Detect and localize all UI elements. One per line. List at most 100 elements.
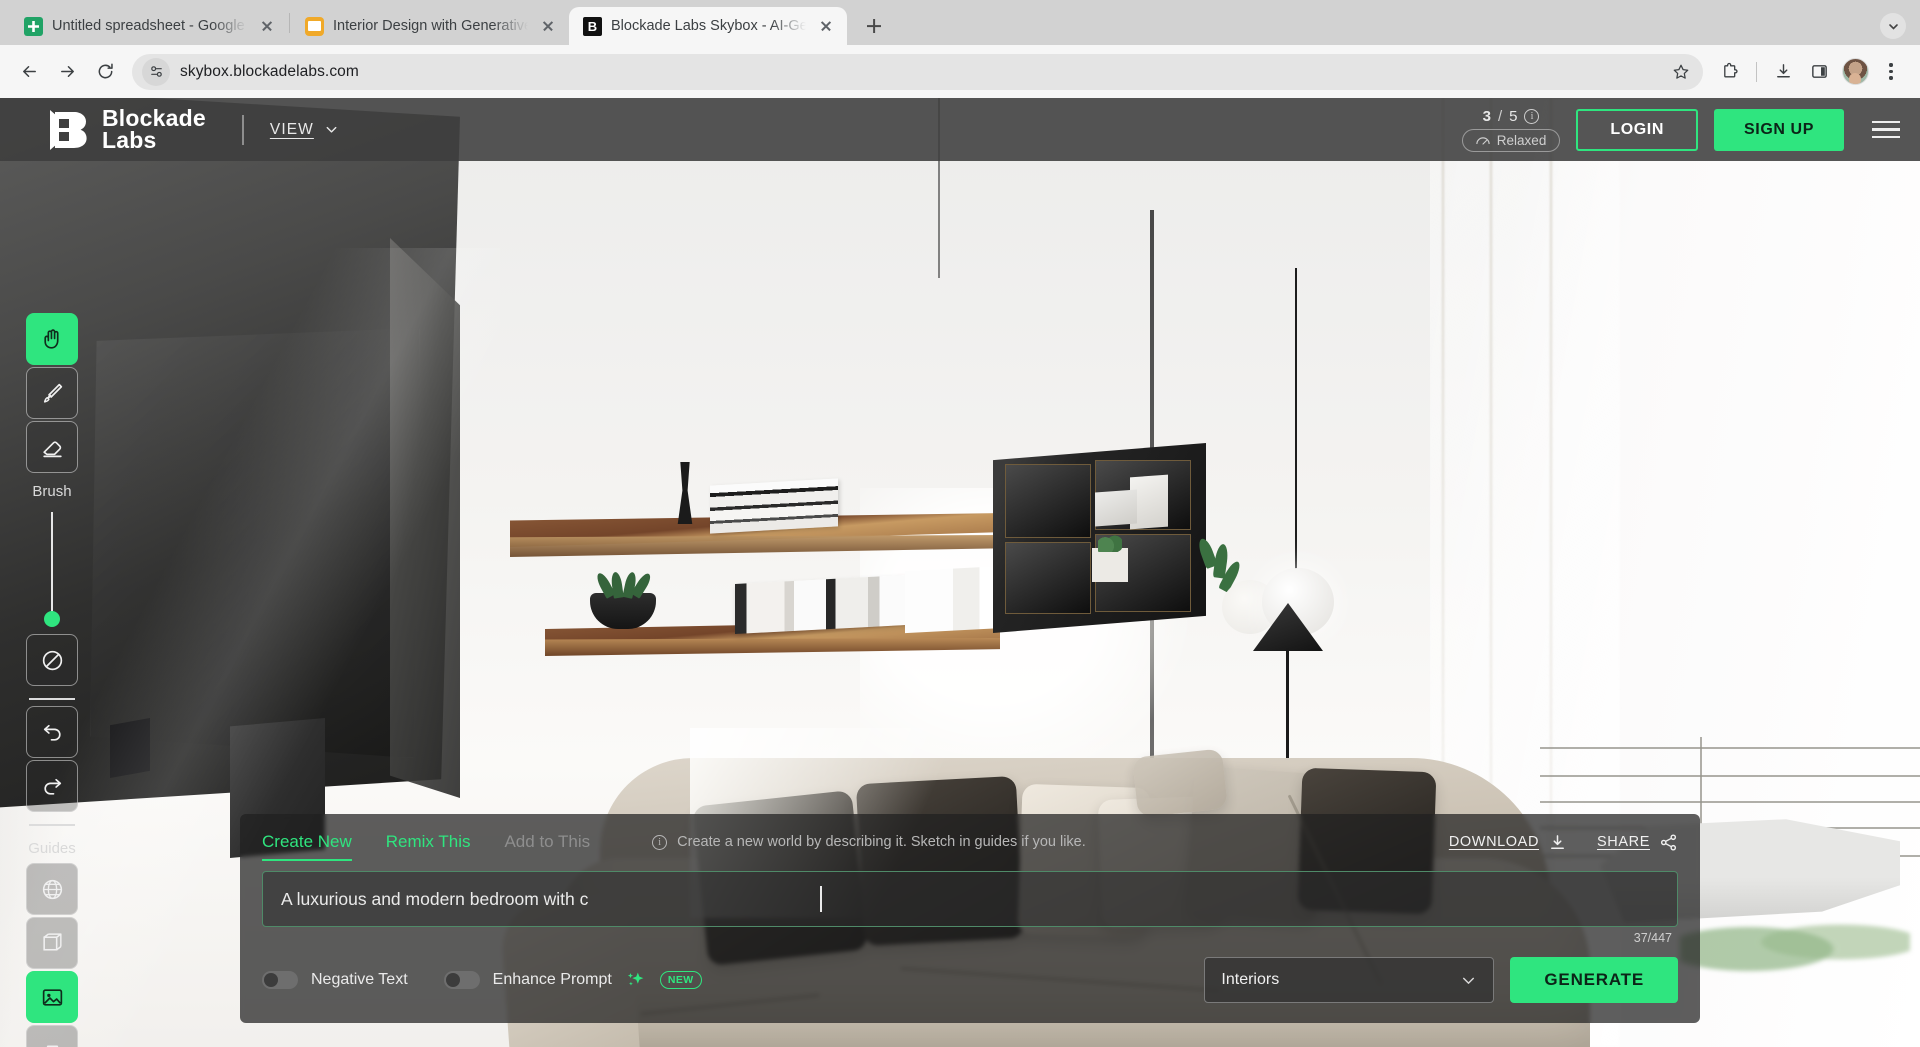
generate-button[interactable]: GENERATE [1510, 957, 1678, 1003]
browser-tab-1[interactable]: Untitled spreadsheet - Google Sheets [10, 7, 288, 45]
pendant-cord [1295, 268, 1297, 578]
negative-text-option: Negative Text [262, 971, 408, 989]
side-panel-icon[interactable] [1802, 55, 1836, 89]
url-input[interactable]: skybox.blockadelabs.com [132, 54, 1703, 90]
sparkle-icon [625, 969, 647, 991]
style-select[interactable]: Interiors [1204, 957, 1494, 1003]
tab-remix-this[interactable]: Remix This [386, 832, 483, 861]
image-guide[interactable] [26, 971, 78, 1023]
share-button[interactable]: SHARE [1597, 833, 1678, 852]
tab-divider [289, 13, 290, 33]
info-icon[interactable]: i [1524, 109, 1539, 124]
hand-icon [40, 327, 65, 352]
header-divider [242, 115, 244, 145]
brush-size-label: Brush [32, 483, 71, 500]
no-entry-icon [40, 648, 65, 673]
window-controls [1880, 13, 1920, 45]
rail-divider-1 [29, 698, 75, 700]
slider-knob[interactable] [44, 611, 60, 627]
redo-tool[interactable] [26, 760, 78, 812]
chrome-menu-icon[interactable] [1874, 55, 1908, 89]
panel-actions: DOWNLOAD SHARE [1449, 833, 1678, 861]
address-bar: skybox.blockadelabs.com [0, 45, 1920, 98]
chevron-down-icon [1460, 972, 1477, 989]
eraser-icon [40, 435, 65, 460]
undo-tool[interactable] [26, 706, 78, 758]
download-button[interactable]: DOWNLOAD [1449, 833, 1567, 852]
credits-total: 5 [1509, 108, 1517, 125]
hand-tool[interactable] [26, 313, 78, 365]
plant-leaves [598, 568, 650, 598]
browser-tab-3[interactable]: B Blockade Labs Skybox - AI-Generated 36… [569, 7, 847, 45]
perspective-grid-icon [40, 1039, 65, 1047]
view-dropdown[interactable]: VIEW [270, 121, 339, 139]
chevron-down-icon [324, 122, 339, 137]
credits-separator: / [1498, 108, 1502, 125]
brush-size-slider[interactable] [51, 512, 53, 622]
brand-logo[interactable]: Blockade Labs [50, 108, 206, 152]
close-icon[interactable] [815, 15, 837, 37]
negative-text-label: Negative Text [311, 971, 408, 989]
eraser-tool[interactable] [26, 421, 78, 473]
new-tab-button[interactable] [857, 9, 891, 43]
header-actions: 3/5 i Relaxed LOGIN SIGN UP [1462, 108, 1904, 152]
globe-icon [40, 877, 65, 902]
negative-text-toggle[interactable] [262, 971, 298, 989]
download-label: DOWNLOAD [1449, 834, 1539, 850]
browser-tab-2[interactable]: Interior Design with Generative AI [291, 7, 569, 45]
login-button[interactable]: LOGIN [1576, 109, 1698, 151]
back-arrow-icon[interactable] [12, 55, 46, 89]
new-badge: NEW [660, 971, 702, 989]
site-settings-icon[interactable] [142, 58, 170, 86]
undo-icon [40, 720, 65, 745]
shelf-books-upper [710, 478, 838, 533]
redo-icon [40, 774, 65, 799]
credits-count: 3/5 i [1483, 108, 1540, 125]
prompt-input-wrapper: 37/447 [262, 871, 1678, 927]
prompt-input[interactable] [262, 871, 1678, 927]
bookmark-star-icon[interactable] [1667, 58, 1695, 86]
enhance-prompt-label: Enhance Prompt [493, 971, 612, 989]
sphere-guide[interactable] [26, 863, 78, 915]
tab-title: Interior Design with Generative AI [333, 18, 528, 34]
download-icon[interactable] [1766, 55, 1800, 89]
panel-hint: i Create a new world by describing it. S… [652, 834, 1086, 859]
forward-arrow-icon[interactable] [50, 55, 84, 89]
close-icon[interactable] [256, 15, 278, 37]
blockade-labs-icon: B [583, 17, 602, 36]
clear-tool[interactable] [26, 634, 78, 686]
reload-icon[interactable] [88, 55, 122, 89]
extensions-icon[interactable] [1713, 55, 1747, 89]
cube-guide[interactable] [26, 917, 78, 969]
enhance-prompt-toggle[interactable] [444, 971, 480, 989]
signup-button[interactable]: SIGN UP [1714, 109, 1844, 151]
tab-title: Untitled spreadsheet - Google Sheets [52, 18, 247, 34]
toolbar-divider [1756, 62, 1757, 82]
image-icon [40, 985, 65, 1010]
download-icon [1548, 833, 1567, 852]
brush-tool[interactable] [26, 367, 78, 419]
browser-window: Untitled spreadsheet - Google Sheets Int… [0, 0, 1920, 1047]
prompt-panel: Create New Remix This Add to This i Crea… [240, 814, 1700, 1023]
skybox-app: Blockade Labs VIEW 3/5 i Relaxed [0, 98, 1920, 1047]
share-icon [1659, 833, 1678, 852]
tab-create-new[interactable]: Create New [262, 832, 364, 861]
app-header: Blockade Labs VIEW 3/5 i Relaxed [0, 98, 1920, 161]
profile-avatar[interactable] [1838, 55, 1872, 89]
rail-divider-2 [29, 824, 75, 826]
guides-label: Guides [28, 840, 76, 857]
speed-icon [1476, 135, 1490, 146]
queue-label: Relaxed [1497, 133, 1547, 148]
hamburger-menu-icon[interactable] [1868, 115, 1904, 145]
close-icon[interactable] [537, 15, 559, 37]
unit-potted-plant [1092, 548, 1128, 582]
panel-options-row: Negative Text Enhance Prompt NEW Interio… [262, 957, 1678, 1003]
queue-status-badge: Relaxed [1462, 129, 1561, 152]
orange-square-icon [305, 17, 324, 36]
chevron-down-icon[interactable] [1880, 13, 1906, 39]
shelf-books-lower [735, 574, 925, 634]
google-sheets-icon [24, 17, 43, 36]
horizon-guide[interactable] [26, 1025, 78, 1047]
tab-add-to-this[interactable]: Add to This [504, 832, 602, 861]
text-caret [820, 886, 822, 912]
